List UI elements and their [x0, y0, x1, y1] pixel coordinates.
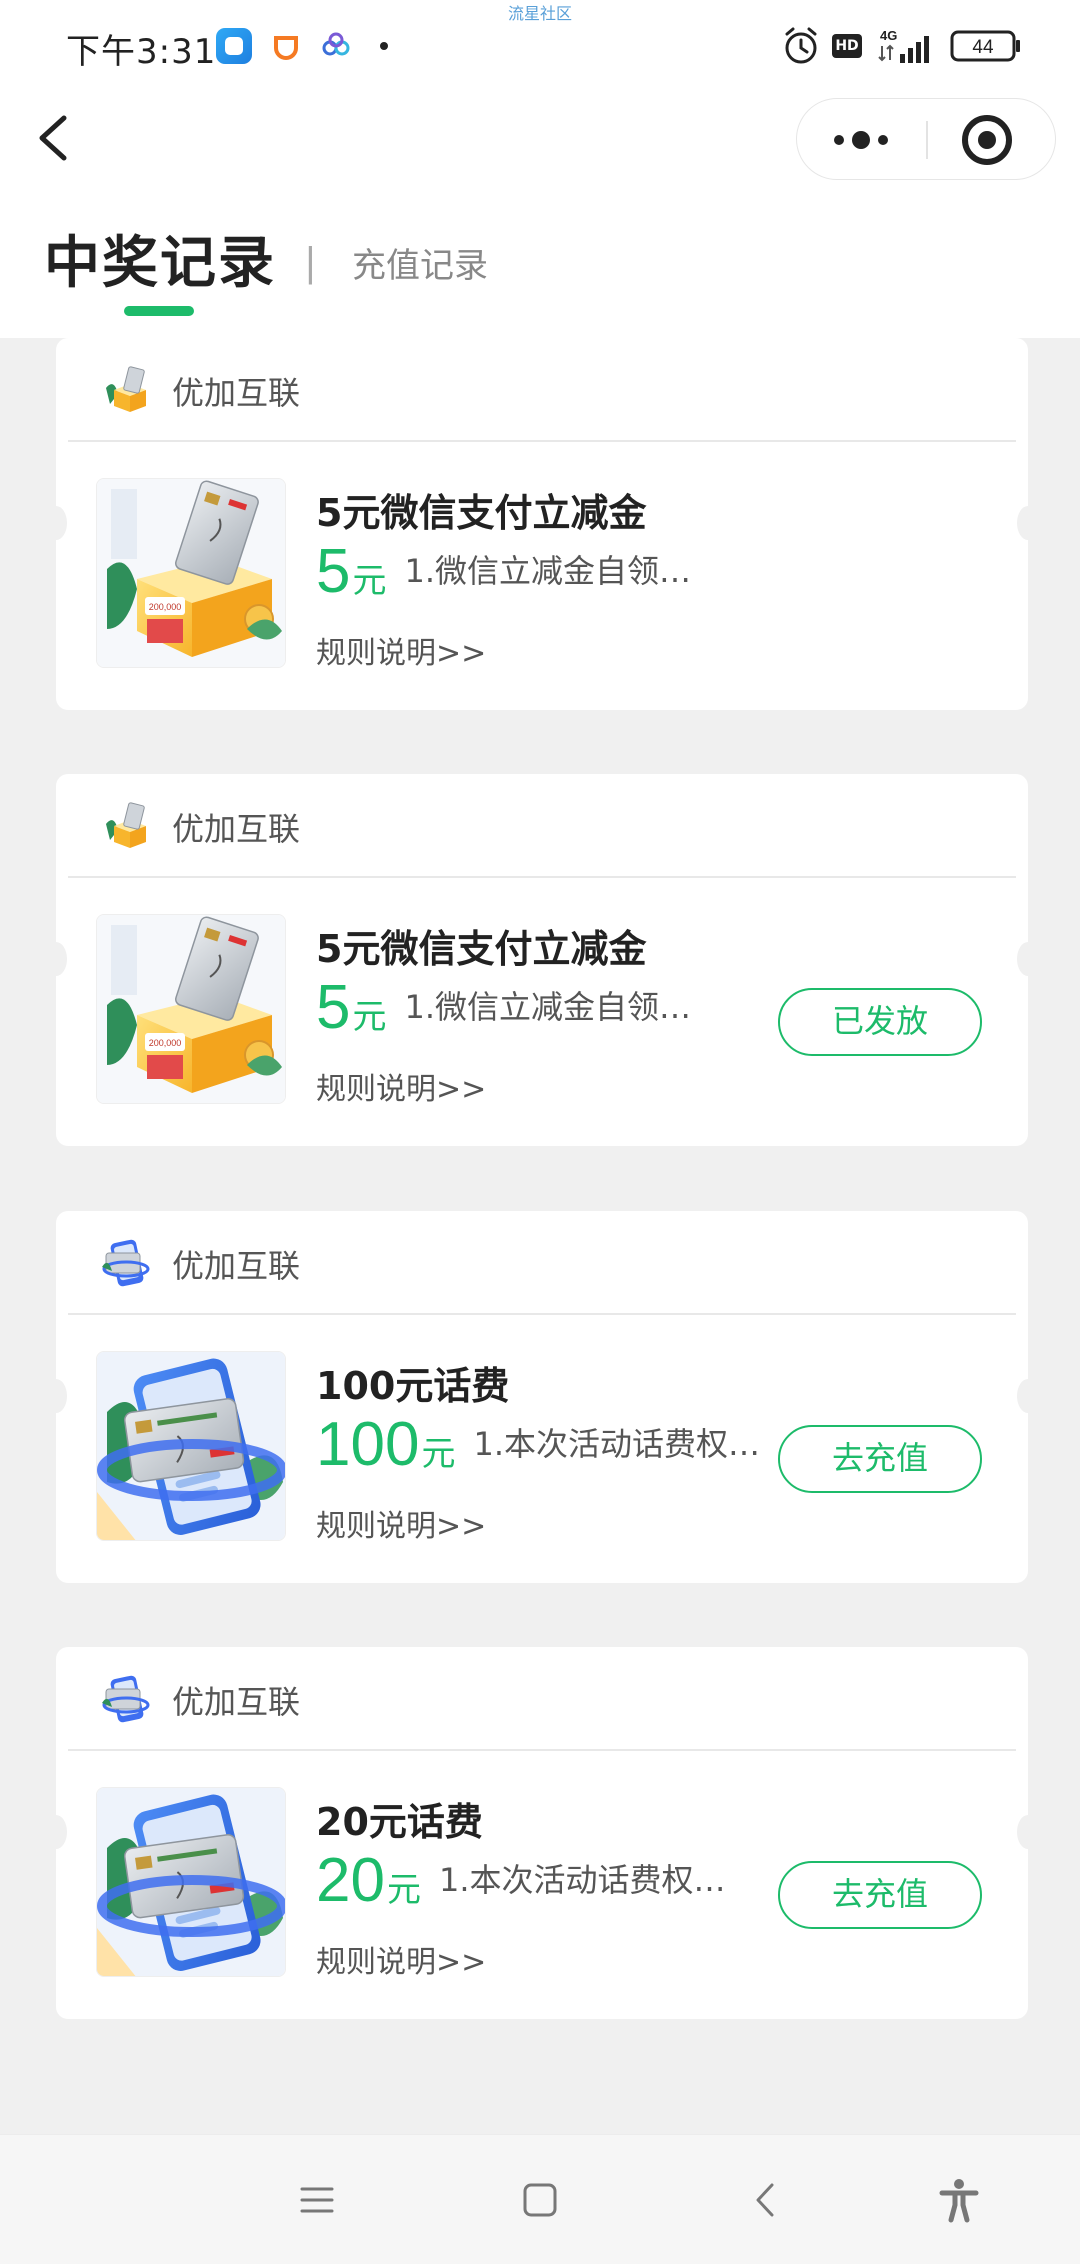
network-type: 4G — [880, 28, 897, 43]
status-bar: 流星社区 下午3:31 HD 4G 44 — [0, 0, 1080, 88]
more-button[interactable] — [797, 99, 927, 181]
record-tabs: 中奖记录 | 充值记录 — [0, 188, 1080, 338]
prize-title: 100元话费 — [316, 1364, 510, 1408]
tab-recharge-records[interactable]: 充值记录 — [352, 238, 488, 287]
prize-unit: 元 — [352, 997, 387, 1037]
prize-amount-row: 20元 1.本次活动话费权… — [316, 1845, 726, 1917]
more-dots-icon — [834, 131, 888, 149]
battery-level: 44 — [972, 37, 994, 58]
merchant-name: 优加互联 — [172, 1683, 301, 1721]
prize-title: 5元微信支付立减金 — [316, 927, 647, 971]
prize-amount: 5 — [316, 973, 351, 1042]
hd-icon: HD — [832, 34, 862, 58]
prize-amount: 5 — [316, 537, 351, 606]
prize-card[interactable]: 优加互联 5元微信支付立减金 5元 1.微信立减金自领… 规则说明>> 已发放 — [45, 774, 1039, 1146]
prize-title: 5元微信支付立减金 — [316, 491, 647, 535]
accessibility-icon — [939, 2179, 979, 2223]
recharge-button[interactable]: 去充值 — [778, 1861, 982, 1929]
close-button[interactable] — [927, 99, 1057, 181]
prize-card[interactable]: 优加互联 5元微信支付立减金 5元 1.微信立减金自领… 规则说明>> — [45, 338, 1039, 710]
nav-bar — [0, 88, 1080, 188]
prize-amount: 100 — [316, 1410, 420, 1479]
gift-box-icon — [100, 364, 152, 416]
prize-description: 1.本次活动话费权… — [438, 1861, 726, 1899]
phone-card-icon — [100, 1237, 152, 1289]
prize-amount-row: 5元 1.微信立减金自领… — [316, 972, 691, 1044]
recharge-button[interactable]: 去充值 — [778, 1425, 982, 1493]
accessibility-button[interactable] — [934, 2175, 984, 2225]
card-header: 优加互联 — [68, 1211, 1016, 1315]
alarm-icon — [785, 27, 817, 64]
more-notifications-dot — [380, 42, 388, 50]
card-header: 优加互联 — [68, 1647, 1016, 1751]
prize-card[interactable]: 优加互联 100元话费 100元 1.本次活动话费权… 规则说明>> 去充值 — [45, 1211, 1039, 1583]
rules-link[interactable]: 规则说明>> — [316, 628, 486, 672]
prize-image — [96, 1787, 286, 1977]
prize-unit: 元 — [421, 1434, 456, 1474]
prize-amount-row: 100元 1.本次活动话费权… — [316, 1409, 760, 1481]
card-box-illustration — [97, 479, 286, 668]
prize-image — [96, 478, 286, 668]
prize-title: 20元话费 — [316, 1800, 483, 1844]
back-button[interactable] — [28, 106, 88, 170]
prize-amount-row: 5元 1.微信立减金自领… — [316, 536, 691, 608]
menu-button[interactable] — [292, 2175, 342, 2225]
tab-prize-records[interactable]: 中奖记录 — [44, 218, 276, 299]
rules-link[interactable]: 规则说明>> — [316, 1937, 486, 1981]
prize-image — [96, 914, 286, 1104]
prize-description: 1.本次活动话费权… — [473, 1425, 760, 1463]
rules-link[interactable]: 规则说明>> — [316, 1064, 486, 1108]
target-close-icon — [962, 115, 1012, 165]
tab-active-indicator — [124, 306, 194, 316]
status-time: 下午3:31 — [66, 32, 217, 72]
prize-unit: 元 — [386, 1870, 421, 1910]
home-icon — [523, 2183, 557, 2217]
prize-image — [96, 1351, 286, 1541]
card-header: 优加互联 — [68, 774, 1016, 878]
gift-box-icon — [100, 800, 152, 852]
card-box-illustration — [97, 915, 286, 1104]
cloud-app-icon — [318, 28, 354, 64]
back-chevron-icon — [39, 115, 67, 161]
watermark-text: 流星社区 — [507, 4, 572, 23]
issued-status-button[interactable]: 已发放 — [778, 988, 982, 1056]
back-icon — [756, 2183, 774, 2217]
prize-description: 1.微信立减金自领… — [404, 988, 692, 1026]
menu-icon — [300, 2187, 334, 2213]
battery-icon: 44 — [950, 30, 1020, 62]
home-button[interactable] — [515, 2175, 565, 2225]
miniprogram-capsule — [796, 98, 1056, 180]
system-nav-bar — [0, 2134, 1080, 2264]
merchant-name: 优加互联 — [172, 1247, 301, 1285]
tab-separator: | — [304, 240, 317, 284]
prize-unit: 元 — [352, 561, 387, 601]
merchant-name: 优加互联 — [172, 374, 301, 412]
card-header: 优加互联 — [68, 338, 1016, 442]
prize-card[interactable]: 优加互联 20元话费 20元 1.本次活动话费权… 规则说明>> 去充值 — [45, 1647, 1039, 2019]
merchant-name: 优加互联 — [172, 810, 301, 848]
signal-icon: 4G — [878, 28, 929, 63]
phone-card-icon — [100, 1673, 152, 1725]
phone-card-illustration — [97, 1352, 286, 1541]
phone-card-illustration — [97, 1788, 286, 1977]
system-back-button[interactable] — [742, 2175, 792, 2225]
didi-app-icon — [268, 28, 304, 64]
prize-amount: 20 — [316, 1846, 385, 1915]
rules-link[interactable]: 规则说明>> — [316, 1501, 486, 1545]
notification-app-icon — [216, 28, 252, 64]
prize-description: 1.微信立减金自领… — [404, 552, 692, 590]
